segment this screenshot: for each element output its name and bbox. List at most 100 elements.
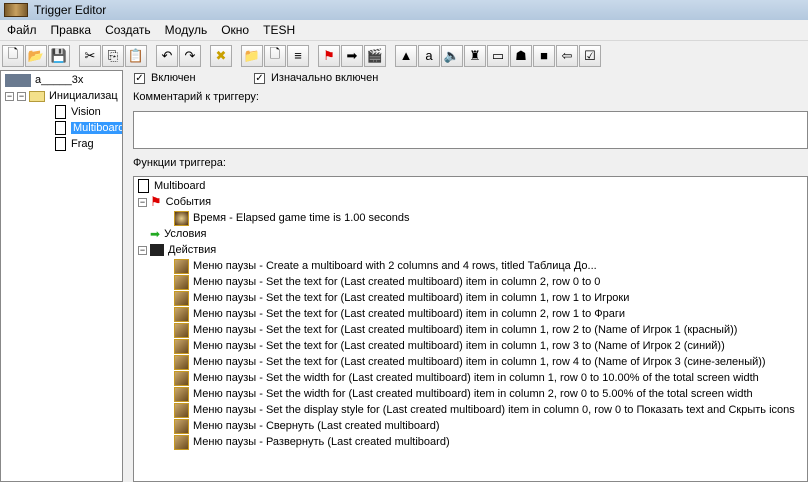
- action-item[interactable]: Меню паузы - Set the text for (Last crea…: [174, 354, 766, 370]
- trigger-tree[interactable]: a_____3x − − Инициализац Vision Multiboard…: [0, 70, 123, 482]
- new-doc-icon[interactable]: 🗋: [2, 44, 24, 67]
- action-item[interactable]: Меню паузы - Set the text for (Last crea…: [174, 306, 625, 322]
- toolbar: 🗋 📂 💾 ✂ ⎘ 📋 ↶ ↷ ✖ 📁 🗋 ≡ ⚑ ➡ 🎬 ▲ a 🔈 ♜ ▭ ☗ ■ ⇦ ☑: [0, 43, 808, 68]
- campaign-editor-icon[interactable]: ▭: [487, 44, 509, 67]
- menu-0[interactable]: Файл: [0, 23, 44, 37]
- timer-icon: [174, 210, 189, 226]
- events-node[interactable]: − ⚑ События: [138, 194, 211, 210]
- object-editor-icon[interactable]: ♜: [464, 44, 486, 67]
- action-icon: [174, 338, 189, 354]
- checkbox-checked-icon: ✓: [134, 72, 145, 84]
- tree-trigger-vision[interactable]: Vision: [55, 104, 101, 120]
- open-folder-icon[interactable]: 📂: [25, 44, 47, 67]
- trigger-label: Frag: [71, 138, 94, 150]
- action-label: Меню паузы - Set the display style for (…: [193, 404, 795, 416]
- copy-icon[interactable]: ⎘: [102, 44, 124, 67]
- comment-input[interactable]: [133, 111, 808, 149]
- collapse-icon[interactable]: −: [5, 91, 14, 101]
- actions-node[interactable]: − Действия: [138, 242, 216, 258]
- functions-label: Функции триггера:: [133, 157, 226, 169]
- action-item[interactable]: Меню паузы - Set the text for (Last crea…: [174, 290, 629, 306]
- action-item[interactable]: Меню паузы - Set the text for (Last crea…: [174, 338, 725, 354]
- conditions-label: Условия: [164, 228, 207, 240]
- menu-bar: Файл Правка Создать Модуль Окно TESH: [0, 20, 808, 41]
- action-icon: [174, 274, 189, 290]
- category-label: Инициализац: [49, 90, 118, 102]
- action-label: Меню паузы - Set the text for (Last crea…: [193, 356, 766, 368]
- redo-icon[interactable]: ↷: [179, 44, 201, 67]
- new-condition-icon[interactable]: ➡: [341, 44, 363, 67]
- title-bar: Trigger Editor: [0, 0, 808, 20]
- export-icon[interactable]: ⇦: [556, 44, 578, 67]
- action-label: Меню паузы - Set the text for (Last crea…: [193, 308, 626, 320]
- action-item[interactable]: Меню паузы - Set the text for (Last crea…: [174, 322, 737, 338]
- window-title: Trigger Editor: [34, 3, 107, 17]
- action-icon: [174, 354, 189, 370]
- events-label: События: [165, 196, 212, 208]
- sound-editor-icon[interactable]: 🔈: [441, 44, 463, 67]
- actions-label: Действия: [168, 244, 217, 256]
- map-icon: [5, 73, 31, 87]
- collapse-icon[interactable]: −: [138, 197, 147, 207]
- action-item[interactable]: Меню паузы - Set the width for (Last cre…: [174, 370, 759, 386]
- app-logo-icon: [4, 3, 28, 17]
- function-root[interactable]: Multiboard: [138, 178, 205, 194]
- menu-2[interactable]: Создать: [98, 23, 158, 37]
- action-label: Меню паузы - Set the text for (Last crea…: [193, 340, 725, 352]
- undo-icon[interactable]: ↶: [156, 44, 178, 67]
- conditions-node[interactable]: ➡ Условия: [150, 226, 206, 242]
- trigger-label: Vision: [71, 106, 101, 118]
- event-item[interactable]: Время - Elapsed game time is 1.00 second…: [174, 210, 410, 226]
- trigger-icon: [55, 105, 66, 119]
- terrain-editor-icon[interactable]: ▲: [395, 44, 417, 67]
- comment-label: Комментарий к триггеру:: [133, 91, 259, 103]
- action-icon: [174, 418, 189, 434]
- delete-icon[interactable]: ✖: [210, 44, 232, 67]
- test-map-icon[interactable]: ☑: [579, 44, 601, 67]
- action-label: Меню паузы - Развернуть (Last created mu…: [193, 436, 450, 448]
- condition-icon: ➡: [150, 227, 161, 241]
- action-item[interactable]: Меню паузы - Set the display style for (…: [174, 402, 795, 418]
- menu-3[interactable]: Модуль: [158, 23, 215, 37]
- enabled-checkbox[interactable]: ✓ Включен: [134, 72, 196, 84]
- tree-trigger-frag[interactable]: Frag: [55, 136, 94, 152]
- splitter[interactable]: [123, 70, 130, 482]
- tree-root[interactable]: a_____3x: [5, 72, 83, 88]
- new-action-icon[interactable]: 🎬: [364, 44, 386, 67]
- folder-icon: [29, 90, 45, 102]
- save-icon[interactable]: 💾: [48, 44, 70, 67]
- import-manager-icon[interactable]: ■: [533, 44, 555, 67]
- ai-editor-icon[interactable]: ☗: [510, 44, 532, 67]
- new-event-icon[interactable]: ⚑: [318, 44, 340, 67]
- paste-icon[interactable]: 📋: [125, 44, 147, 67]
- action-label: Меню паузы - Create a multiboard with 2 …: [193, 260, 597, 272]
- new-trigger-icon[interactable]: 🗋: [264, 44, 286, 67]
- initially-on-checkbox[interactable]: ✓ Изначально включен: [254, 72, 378, 84]
- action-icon: [174, 306, 189, 322]
- checkbox-checked-icon: ✓: [254, 72, 265, 84]
- trigger-icon: [55, 137, 66, 151]
- trigger-editor-icon[interactable]: a: [418, 44, 440, 67]
- collapse-icon[interactable]: −: [17, 91, 26, 101]
- action-item[interactable]: Меню паузы - Create a multiboard with 2 …: [174, 258, 597, 274]
- trigger-label: Multiboard: [71, 122, 122, 134]
- action-item[interactable]: Меню паузы - Set the width for (Last cre…: [174, 386, 753, 402]
- action-item[interactable]: Меню паузы - Развернуть (Last created mu…: [174, 434, 450, 450]
- action-label: Меню паузы - Set the text for (Last crea…: [193, 276, 601, 288]
- action-icon: [174, 402, 189, 418]
- tree-category[interactable]: − − Инициализац: [5, 88, 118, 104]
- action-item[interactable]: Меню паузы - Set the text for (Last crea…: [174, 274, 600, 290]
- menu-1[interactable]: Правка: [44, 23, 99, 37]
- tree-trigger-multiboard[interactable]: Multiboard: [55, 120, 122, 136]
- menu-5[interactable]: TESH: [256, 23, 302, 37]
- new-comment-icon[interactable]: ≡: [287, 44, 309, 67]
- functions-tree[interactable]: Multiboard − ⚑ События Время - Elapsed gam…: [133, 176, 808, 482]
- cut-icon[interactable]: ✂: [79, 44, 101, 67]
- menu-4[interactable]: Окно: [214, 23, 256, 37]
- new-category-icon[interactable]: 📁: [241, 44, 263, 67]
- initially-on-label: Изначально включен: [271, 72, 379, 84]
- action-icon: [174, 258, 189, 274]
- function-root-label: Multiboard: [154, 180, 206, 192]
- action-item[interactable]: Меню паузы - Свернуть (Last created mult…: [174, 418, 440, 434]
- collapse-icon[interactable]: −: [138, 245, 147, 255]
